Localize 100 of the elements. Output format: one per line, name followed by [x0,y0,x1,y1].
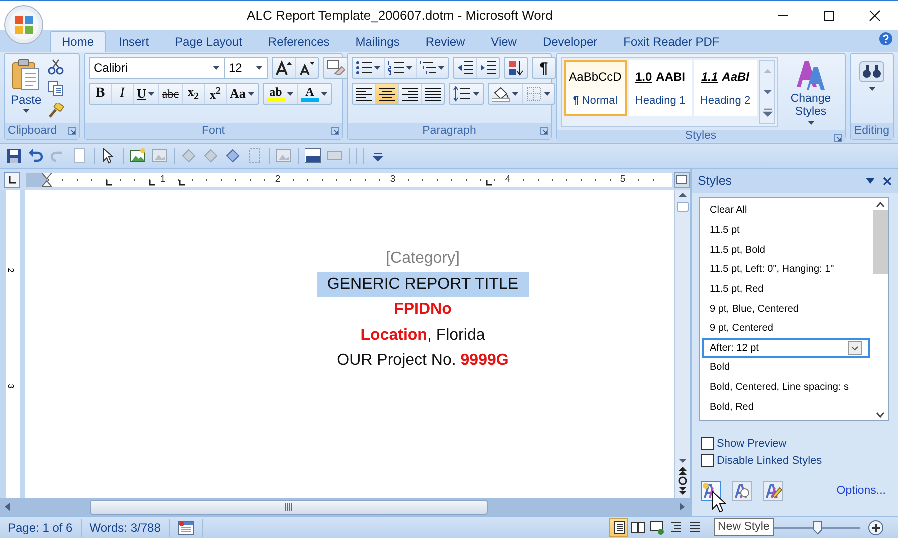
shape-icon [181,148,197,164]
clipboard-icon [11,59,42,91]
style-item[interactable]: 11.5 pt, Left: 0", Hanging: 1" [702,260,870,280]
ribbon-tab[interactable]: Foxit Reader PDF [610,31,733,52]
scroll-thumb[interactable] [676,202,688,212]
shape-color-icon[interactable] [225,148,241,164]
scroll-up-icon[interactable] [876,202,884,208]
checkbox[interactable] [701,454,714,467]
tab-stop-icon[interactable] [486,180,492,186]
align-icon [379,86,395,102]
tab-stop-icon[interactable] [179,180,185,186]
font-color-button[interactable]: A [298,84,331,104]
slider-thumb[interactable] [813,520,824,534]
ribbon-tab[interactable]: Page Layout [162,31,256,52]
format-button[interactable]: U [134,84,160,104]
tab-stop-icon[interactable] [106,180,112,186]
style-item[interactable]: 9 pt, Centered [702,318,870,338]
format-button[interactable]: Aa [227,84,258,104]
style-item[interactable]: 9 pt, Blue, Centered [702,299,870,319]
ribbon-tab[interactable]: Mailings [342,31,413,52]
format-button[interactable]: abc [159,84,184,104]
font-name-field[interactable]: Calibri [89,57,225,79]
ribbon-tab[interactable]: Insert [106,31,162,52]
word-count-icon[interactable] [305,148,321,164]
word-count[interactable]: Words: 3/788 [82,518,170,536]
vertical-scrollbar[interactable] [674,190,690,498]
scroll-right-icon[interactable] [678,502,686,512]
close-icon[interactable] [883,176,892,186]
reading-layout-icon [630,520,644,534]
scroll-down-icon[interactable] [676,456,688,466]
dialog-launcher-icon[interactable] [68,127,76,135]
view-button[interactable] [609,518,628,537]
format-button[interactable]: I [112,84,134,104]
style-item[interactable]: Clear All [702,201,870,221]
scissors-icon[interactable] [48,59,64,75]
style-item[interactable]: Bold [702,358,870,378]
insert-picture-icon[interactable] [130,148,146,164]
style-item[interactable]: Bold, Red [702,397,870,418]
format-button[interactable]: B [90,84,112,104]
maximize-icon[interactable] [823,10,835,22]
previous-page-icon[interactable] [676,466,688,476]
dropdown-icon[interactable] [866,178,875,184]
format-button[interactable]: x$^{2}$ [205,84,228,104]
dropdown-icon[interactable] [848,341,862,356]
help-icon[interactable] [879,32,893,46]
ribbon-tab[interactable]: References [255,31,343,52]
caret-icon [438,66,445,70]
style-gallery-item[interactable]: 1.0 AABI Heading 1 [629,60,692,116]
dialog-launcher-icon[interactable] [834,134,842,142]
view-ruler-icon[interactable] [674,172,690,188]
styles-list[interactable]: Clear All 11.5 pt 11.5 pt, Bold 11.5 pt, Left: 0", Hanging: 1" 11.5 pt, Red 9 pt, Blue, Centered 9 pt, Centered After: 12 pt Bold Bold, Centered, Line spacing: s Bold, Red [699,197,889,421]
close-icon[interactable] [869,10,881,22]
format-painter-icon[interactable] [48,103,64,119]
show-marks-button[interactable]: ¶ [533,58,555,78]
undo-icon[interactable] [28,148,44,164]
ribbon-tab[interactable]: Developer [530,31,611,52]
font-size-field[interactable]: 12 [224,57,268,79]
proofing-icon[interactable] [178,520,194,534]
draft-icon [688,520,702,534]
document-text: OUR Project No. 9999G [336,351,510,371]
checkbox[interactable] [701,437,714,450]
paste-button[interactable]: Paste [9,57,44,120]
dialog-launcher-icon[interactable] [540,127,548,135]
scroll-left-icon[interactable] [4,502,12,512]
page-count[interactable]: Page: 1 of 6 [0,518,82,536]
indent-marker-icon[interactable] [42,172,52,186]
ribbon-tab[interactable]: View [478,31,530,52]
pointer-icon[interactable] [101,148,117,164]
save-icon[interactable] [6,148,22,164]
style-inspector-button[interactable] [732,481,752,501]
style-gallery-item[interactable]: 1.1 AaBl Heading 2 [694,60,757,116]
style-item[interactable]: 11.5 pt, Bold [702,240,870,260]
highlight-color-button[interactable]: ab [264,84,298,104]
ribbon-tab[interactable]: Review [412,31,478,52]
options-link[interactable]: Options... [836,485,886,497]
align-button[interactable] [376,84,399,104]
change-styles-button[interactable]: Change Styles [782,57,840,127]
manage-styles-button[interactable] [763,481,783,501]
style-item[interactable]: 11.5 pt [702,220,870,240]
align-button[interactable] [399,84,422,104]
style-gallery-item[interactable]: AaBbCcD ¶ Normal [564,60,627,116]
browse-object-icon[interactable] [676,476,688,486]
tab-stop-icon[interactable] [149,180,155,186]
horizontal-scrollbar[interactable] [0,498,690,516]
style-item[interactable]: After: 12 pt [702,338,870,358]
style-item[interactable]: 11.5 pt, Red [702,280,870,300]
image-icon [152,148,168,164]
scroll-down-icon[interactable] [876,412,884,420]
grow-font-button[interactable] [273,58,296,78]
align-icon [402,86,418,102]
scroll-thumb[interactable] [872,210,888,274]
dialog-launcher-icon[interactable] [331,127,339,135]
tab-selector[interactable] [4,172,20,188]
zoom-in-icon[interactable] [868,520,884,536]
shading-button[interactable] [489,84,523,104]
copy-icon[interactable] [48,81,64,97]
style-inspector-icon [733,482,751,500]
format-button[interactable]: x$_{2}$ [183,84,206,104]
ribbon-tab[interactable]: Home [50,31,106,52]
style-item[interactable]: Bold, Centered, Line spacing: s [702,378,870,398]
